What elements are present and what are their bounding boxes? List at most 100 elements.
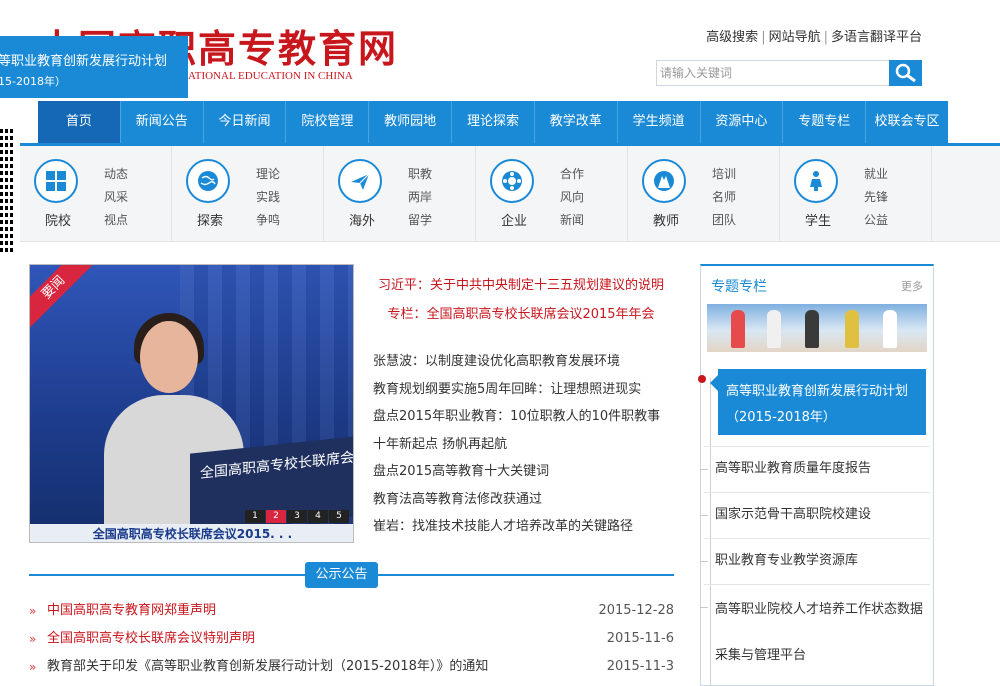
notice-item[interactable]: » 全国高职高专校长联席会议特别声明 2015-11-6: [29, 628, 674, 656]
logo-english: ATIONAL EDUCATION IN CHINA: [188, 70, 353, 82]
more-link[interactable]: 更多: [901, 278, 923, 294]
category-link[interactable]: 视点: [104, 209, 128, 232]
news-list: 张慧波：以制度建设优化高职教育发展环境 教育规划纲要实施5周年回眸：让理想照进现…: [366, 348, 676, 541]
floating-banner-line2: 15-2018年）: [0, 75, 66, 88]
category-explore[interactable]: 探索 理论 实践 争鸣: [172, 146, 324, 242]
topic-item[interactable]: 职业教育专业教学资源库: [700, 538, 930, 584]
nav-special-topics[interactable]: 专题专栏: [783, 101, 867, 143]
category-link[interactable]: 争鸣: [256, 209, 280, 232]
top-links: 高级搜索 | 网站导航 | 多语言翻译平台: [706, 30, 922, 45]
nav-home[interactable]: 首页: [38, 101, 121, 143]
category-name: 院校: [44, 214, 71, 229]
category-strip: 院校 动态 风采 视点 探索 理论 实践 争鸣 海外 职教 两岸 留学 企业 合…: [20, 146, 1000, 242]
search-button[interactable]: [889, 60, 922, 86]
news-item[interactable]: 教育法高等教育法修改获通过: [366, 486, 676, 514]
teacher-icon: [654, 171, 674, 191]
category-link[interactable]: 理论: [256, 163, 280, 186]
topic-item-label: 国家示范骨干高职院校建设: [715, 507, 872, 522]
news-item[interactable]: 张慧波：以制度建设优化高职教育发展环境: [366, 348, 676, 376]
topic-item-label: 高等职业院校人才培养工作状态数据采集与管理平台: [715, 602, 924, 663]
category-enterprise[interactable]: 企业 合作 风向 新闻: [476, 146, 628, 242]
category-name: 学生: [804, 214, 831, 229]
category-teachers[interactable]: 教师 培训 名师 团队: [628, 146, 780, 242]
category-link[interactable]: 团队: [712, 209, 736, 232]
topic-item-label: 高等职业教育质量年度报告: [715, 461, 872, 476]
category-link[interactable]: 就业: [864, 163, 888, 186]
category-students[interactable]: 学生 就业 先锋 公益: [780, 146, 932, 242]
category-link[interactable]: 留学: [408, 209, 432, 232]
nav-school-management[interactable]: 院校管理: [286, 101, 370, 143]
slide-page-4[interactable]: 4: [308, 510, 328, 523]
slide-image: 全国高职高专校长联席会议: [30, 265, 353, 534]
category-name: 探索: [196, 214, 223, 229]
headlines: 习近平：关于中共中央制定十三五规划建议的说明 专栏：全国高职高专校长联席会议20…: [366, 274, 676, 541]
topic-banner-image[interactable]: [707, 304, 927, 352]
category-name: 教师: [652, 214, 679, 229]
search-input[interactable]: [656, 60, 890, 86]
topic-item[interactable]: 高等职业教育质量年度报告: [700, 446, 930, 492]
news-item[interactable]: 教育规划纲要实施5周年回眸：让理想照进现实: [366, 376, 676, 404]
topic-item-label: 高等职业教育创新发展行动计划（2015-2018年）: [726, 384, 909, 425]
category-link[interactable]: 合作: [560, 163, 584, 186]
category-link[interactable]: 公益: [864, 209, 888, 232]
topic-item[interactable]: 国家示范骨干高职院校建设: [700, 492, 930, 538]
nav-teaching-reform[interactable]: 教学改革: [535, 101, 618, 143]
slide-page-1[interactable]: 1: [245, 510, 265, 523]
notice-date: 2015-12-28: [598, 603, 674, 618]
category-link[interactable]: 动态: [104, 163, 128, 186]
notice-item[interactable]: » 中国高职高专教育网郑重声明 2015-12-28: [29, 600, 674, 628]
category-overseas[interactable]: 海外 职教 两岸 留学: [324, 146, 476, 242]
nav-today-news[interactable]: 今日新闻: [204, 101, 287, 143]
nav-teacher-garden[interactable]: 教师园地: [369, 101, 453, 143]
category-link[interactable]: 新闻: [560, 209, 584, 232]
second-headline[interactable]: 专栏：全国高职高专校长联席会议2015年年会: [366, 303, 676, 322]
slide-page-2[interactable]: 2: [266, 510, 286, 523]
category-link[interactable]: 两岸: [408, 186, 432, 209]
slide-page-3[interactable]: 3: [287, 510, 307, 523]
notice-text: 中国高职高专教育网郑重声明: [47, 603, 217, 618]
topic-item[interactable]: 高等职业院校人才培养工作状态数据采集与管理平台: [700, 584, 930, 686]
student-icon: [810, 171, 822, 191]
category-link[interactable]: 先锋: [864, 186, 888, 209]
nav-theory[interactable]: 理论探索: [452, 101, 535, 143]
notice-text: 教育部关于印发《高等职业教育创新发展行动计划（2015-2018年）》的通知: [47, 659, 489, 674]
main-nav: 首页 新闻公告 今日新闻 院校管理 教师园地 理论探索 教学改革 学生频道 资源…: [38, 101, 948, 143]
topic-item-active[interactable]: 高等职业教育创新发展行动计划（2015-2018年）: [710, 369, 926, 435]
category-link[interactable]: 风采: [104, 186, 128, 209]
topic-item-label: 职业教育专业教学资源库: [715, 553, 859, 568]
category-link[interactable]: 风向: [560, 186, 584, 209]
site-nav-link[interactable]: 网站导航: [769, 30, 821, 45]
category-name: 海外: [348, 214, 375, 229]
notice-section-title[interactable]: 公示公告: [305, 562, 378, 588]
notice-item[interactable]: » 教育部关于印发《高等职业教育创新发展行动计划（2015-2018年）》的通知…: [29, 656, 674, 684]
nav-students[interactable]: 学生频道: [618, 101, 701, 143]
nav-news-notice[interactable]: 新闻公告: [121, 101, 204, 143]
category-link[interactable]: 实践: [256, 186, 280, 209]
double-chevron-icon: »: [29, 632, 37, 646]
news-slideshow[interactable]: 全国高职高专校长联席会议 要闻 1 2 3 4 5 全国高职高专校长联席会议20…: [29, 264, 354, 543]
notice-list: » 中国高职高专教育网郑重声明 2015-12-28 » 全国高职高专校长联席会…: [29, 600, 674, 684]
category-link[interactable]: 名师: [712, 186, 736, 209]
airplane-icon: [351, 173, 370, 190]
globe-icon: [198, 171, 218, 191]
news-item[interactable]: 十年新起点 扬帆再起航: [366, 431, 676, 459]
slide-caption[interactable]: 全国高职高专校长联席会议2015. . .: [30, 524, 353, 542]
notice-text: 全国高职高专校长联席会议特别声明: [47, 631, 256, 646]
news-item[interactable]: 盘点2015高等教育十大关键词: [366, 458, 676, 486]
slide-page-5[interactable]: 5: [329, 510, 349, 523]
category-link[interactable]: 职教: [408, 163, 432, 186]
grid-icon: [46, 171, 66, 191]
category-schools[interactable]: 院校 动态 风采 视点: [20, 146, 172, 242]
top-headline[interactable]: 习近平：关于中共中央制定十三五规划建议的说明: [366, 274, 676, 293]
handshake-icon: [502, 171, 522, 191]
nav-alliance[interactable]: 校联会专区: [866, 101, 948, 143]
category-link[interactable]: 培训: [712, 163, 736, 186]
floating-banner[interactable]: 等职业教育创新发展行动计划 15-2018年）: [0, 36, 188, 98]
news-item[interactable]: 盘点2015年职业教育：10位职教人的10件职教事: [366, 403, 676, 431]
slide-pager: 1 2 3 4 5: [244, 510, 349, 523]
nav-resources[interactable]: 资源中心: [701, 101, 784, 143]
advanced-search-link[interactable]: 高级搜索: [706, 30, 758, 45]
news-item[interactable]: 崔岩：找准技术技能人才培养改革的关键路径: [366, 513, 676, 541]
translation-link[interactable]: 多语言翻译平台: [831, 30, 922, 45]
search-box: [656, 60, 922, 86]
